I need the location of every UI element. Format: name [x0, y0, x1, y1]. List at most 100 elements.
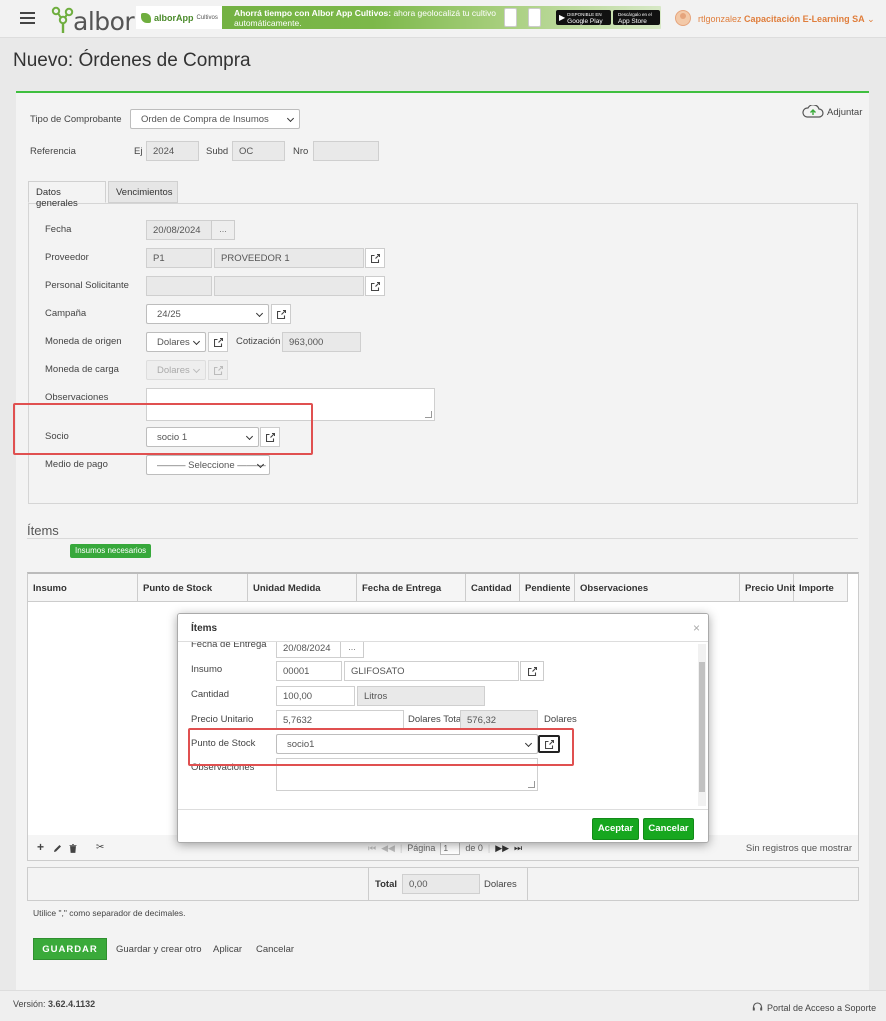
column-header[interactable]: Importe [794, 574, 848, 602]
column-header[interactable]: Insumo [28, 574, 138, 602]
precio-unitario-label: Precio Unitario [191, 714, 254, 725]
personal-solicitante-label: Personal Solicitante [45, 280, 129, 291]
cloud-upload-icon [802, 105, 824, 118]
banner-brand-sub: Cultivos [196, 14, 218, 21]
tab-vencimientos[interactable]: Vencimientos [108, 181, 178, 203]
save-and-new-link[interactable]: Guardar y crear otro [116, 944, 202, 955]
google-play-badge[interactable]: ▶ DISPONIBLE EN Google Play [556, 10, 611, 25]
external-link-icon [370, 281, 380, 291]
pencil-icon[interactable] [53, 844, 62, 853]
app-store-label: App Store [618, 17, 647, 25]
promo-banner[interactable]: alborApp Cultivos Ahorrá tiempo con Albo… [136, 6, 661, 29]
total-cell: Total 0,00 Dolares [368, 868, 528, 900]
banner-brand: alborApp Cultivos [136, 6, 222, 29]
divider [27, 538, 858, 539]
insumo-code-field[interactable]: 00001 [276, 661, 342, 681]
column-header[interactable]: Precio Unit [740, 574, 795, 602]
item-total-field: 576,32 [460, 710, 538, 730]
banner-brand-name: alborApp [154, 12, 194, 23]
medio-pago-select[interactable]: ——— Seleccione ——— [146, 455, 270, 475]
column-header[interactable]: Punto de Stock [138, 574, 248, 602]
top-bar: albor alborApp Cultivos Ahorrá tiempo co… [0, 0, 886, 38]
apply-link[interactable]: Aplicar [213, 944, 242, 955]
prev-page-icon[interactable]: ◀◀ [381, 843, 395, 854]
scissors-icon[interactable]: ✂ [96, 842, 104, 853]
app-store-badge[interactable]: Descárgalo en el App Store [613, 10, 660, 25]
chevron-down-icon: ⌄ [867, 14, 875, 24]
insumos-necesarios-button[interactable]: Insumos necesarios [70, 544, 152, 558]
column-header[interactable]: Unidad Medida [248, 574, 357, 602]
column-header[interactable]: Fecha de Entrega [357, 574, 466, 602]
fecha-entrega-field[interactable]: 20/08/2024 [276, 642, 342, 658]
moneda-origen-open-button[interactable] [208, 332, 228, 352]
tipo-comprobante-select[interactable]: Orden de Compra de Insumos [130, 109, 300, 129]
date-picker-button[interactable]: ... [211, 220, 235, 240]
campana-open-button[interactable] [271, 304, 291, 324]
external-link-icon [370, 253, 380, 263]
modal-header: Ítems × [178, 614, 708, 642]
personal-open-button[interactable] [365, 276, 385, 296]
scrollbar-thumb[interactable] [699, 662, 705, 792]
total-field: 0,00 [402, 874, 480, 894]
proveedor-open-button[interactable] [365, 248, 385, 268]
observaciones-label: Observaciones [45, 392, 109, 403]
tab-datos-generales[interactable]: Datos generales [28, 181, 106, 209]
insumo-open-button[interactable] [520, 661, 544, 681]
campana-label: Campaña [45, 308, 87, 319]
menu-icon[interactable] [20, 12, 35, 24]
column-header[interactable]: Observaciones [575, 574, 740, 602]
proveedor-name-field[interactable]: PROVEEDOR 1 [214, 248, 364, 268]
column-header[interactable]: Cantidad [466, 574, 520, 602]
ej-field[interactable]: 2024 [146, 141, 199, 161]
cancel-link[interactable]: Cancelar [256, 944, 294, 955]
trash-icon[interactable] [69, 844, 77, 853]
proveedor-code-field[interactable]: P1 [146, 248, 212, 268]
pager-divider: | [399, 843, 403, 853]
moneda-origen-select[interactable]: Dolares [146, 332, 206, 352]
punto-stock-highlight-box [188, 728, 574, 766]
unidad-field: Litros [357, 686, 485, 706]
first-page-icon[interactable]: ⏮ [368, 843, 376, 854]
fecha-field[interactable]: 20/08/2024 [146, 220, 212, 240]
close-icon[interactable]: × [693, 621, 700, 635]
insumo-name-field[interactable]: GLIFOSATO [344, 661, 519, 681]
subd-label: Subd [206, 146, 229, 157]
add-icon[interactable]: + [37, 840, 44, 854]
last-page-icon[interactable]: ⏭ [514, 843, 522, 854]
modal-scrollbar[interactable] [698, 644, 706, 806]
fecha-label: Fecha [45, 224, 72, 235]
campana-select[interactable]: 24/25 [146, 304, 269, 324]
subd-field[interactable]: OC [232, 141, 285, 161]
modal-footer: Aceptar Cancelar [178, 809, 708, 842]
personal-code-field[interactable] [146, 276, 212, 296]
user-menu[interactable]: rtlgonzalez Capacitación E-Learning SA ⌄ [698, 14, 875, 25]
datos-generales-panel: Fecha 20/08/2024 ... Proveedor P1 PROVEE… [28, 203, 858, 504]
modal-cancel-button[interactable]: Cancelar [643, 818, 694, 840]
save-button[interactable]: GUARDAR [33, 938, 107, 960]
support-link[interactable]: Portal de Acceso a Soporte [752, 1002, 876, 1013]
nro-field[interactable] [313, 141, 379, 161]
external-link-icon [213, 337, 223, 347]
page-of-label: de 0 [465, 843, 483, 853]
fecha-entrega-picker-button[interactable]: ... [340, 642, 364, 658]
personal-name-field[interactable] [214, 276, 364, 296]
user-avatar[interactable] [675, 10, 691, 26]
attach-button[interactable]: Adjuntar [802, 105, 862, 119]
column-header[interactable]: Pendiente [520, 574, 575, 602]
banner-text: Ahorrá tiempo con Albor App Cultivos: ah… [234, 8, 524, 28]
phone-mockup-icon [528, 8, 541, 27]
external-link-icon [276, 309, 286, 319]
cantidad-field[interactable]: 100,00 [276, 686, 355, 706]
decimal-hint: Utilice "," como separador de decimales. [33, 908, 186, 918]
version-info: Versión: 3.62.4.1132 [13, 999, 95, 1009]
moneda-carga-label: Moneda de carga [45, 364, 119, 375]
accept-button[interactable]: Aceptar [592, 818, 639, 840]
total-row: Total 0,00 Dolares [27, 867, 859, 901]
page-input[interactable]: 1 [440, 841, 461, 855]
user-name: rtlgonzalez [698, 14, 742, 24]
next-page-icon[interactable]: ▶▶ [495, 843, 509, 854]
precio-unitario-field[interactable]: 5,7632 [276, 710, 404, 730]
google-play-small: DISPONIBLE EN [567, 11, 602, 17]
cotizacion-field[interactable]: 963,000 [282, 332, 361, 352]
modal-body: Fecha de Entrega 20/08/2024 ... Insumo 0… [178, 642, 698, 809]
